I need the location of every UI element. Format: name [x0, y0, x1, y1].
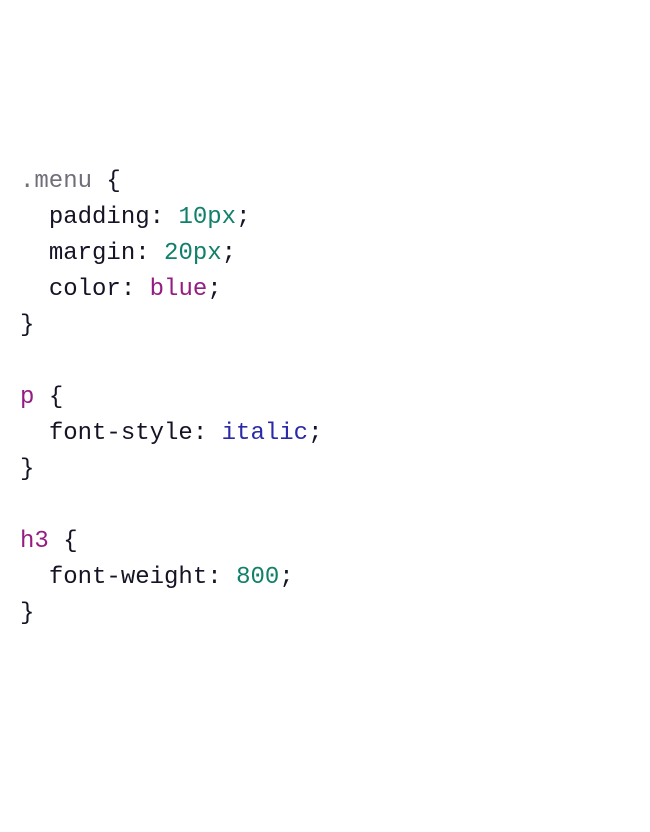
prop-font-style: font-style: [49, 420, 193, 447]
brace-close: }: [20, 600, 34, 627]
val-color: blue: [150, 276, 208, 303]
colon: :: [207, 564, 221, 591]
selector-class-menu: .menu: [20, 168, 92, 195]
indent: [20, 420, 49, 447]
space: [34, 384, 48, 411]
space: [222, 564, 236, 591]
brace-open: {: [49, 384, 63, 411]
brace-open: {: [106, 168, 120, 195]
val-padding: 10px: [178, 204, 236, 231]
colon: :: [121, 276, 135, 303]
val-margin: 20px: [164, 240, 222, 267]
semicolon: ;: [279, 564, 293, 591]
semicolon: ;: [207, 276, 221, 303]
colon: :: [193, 420, 207, 447]
indent: [20, 204, 49, 231]
semicolon: ;: [236, 204, 250, 231]
semicolon: ;: [222, 240, 236, 267]
colon: :: [150, 204, 164, 231]
prop-color: color: [49, 276, 121, 303]
indent: [20, 276, 49, 303]
css-code-block: .menu { padding: 10px; margin: 20px; col…: [20, 164, 630, 632]
space: [207, 420, 221, 447]
semicolon: ;: [308, 420, 322, 447]
indent: [20, 240, 49, 267]
space: [164, 204, 178, 231]
prop-padding: padding: [49, 204, 150, 231]
selector-tag-p: p: [20, 384, 34, 411]
space: [135, 276, 149, 303]
selector-tag-h3: h3: [20, 528, 49, 555]
space: [49, 528, 63, 555]
val-font-style: italic: [222, 420, 308, 447]
prop-font-weight: font-weight: [49, 564, 207, 591]
val-font-weight: 800: [236, 564, 279, 591]
indent: [20, 564, 49, 591]
brace-close: }: [20, 456, 34, 483]
space: [92, 168, 106, 195]
brace-open: {: [63, 528, 77, 555]
space: [150, 240, 164, 267]
prop-margin: margin: [49, 240, 135, 267]
colon: :: [135, 240, 149, 267]
brace-close: }: [20, 312, 34, 339]
